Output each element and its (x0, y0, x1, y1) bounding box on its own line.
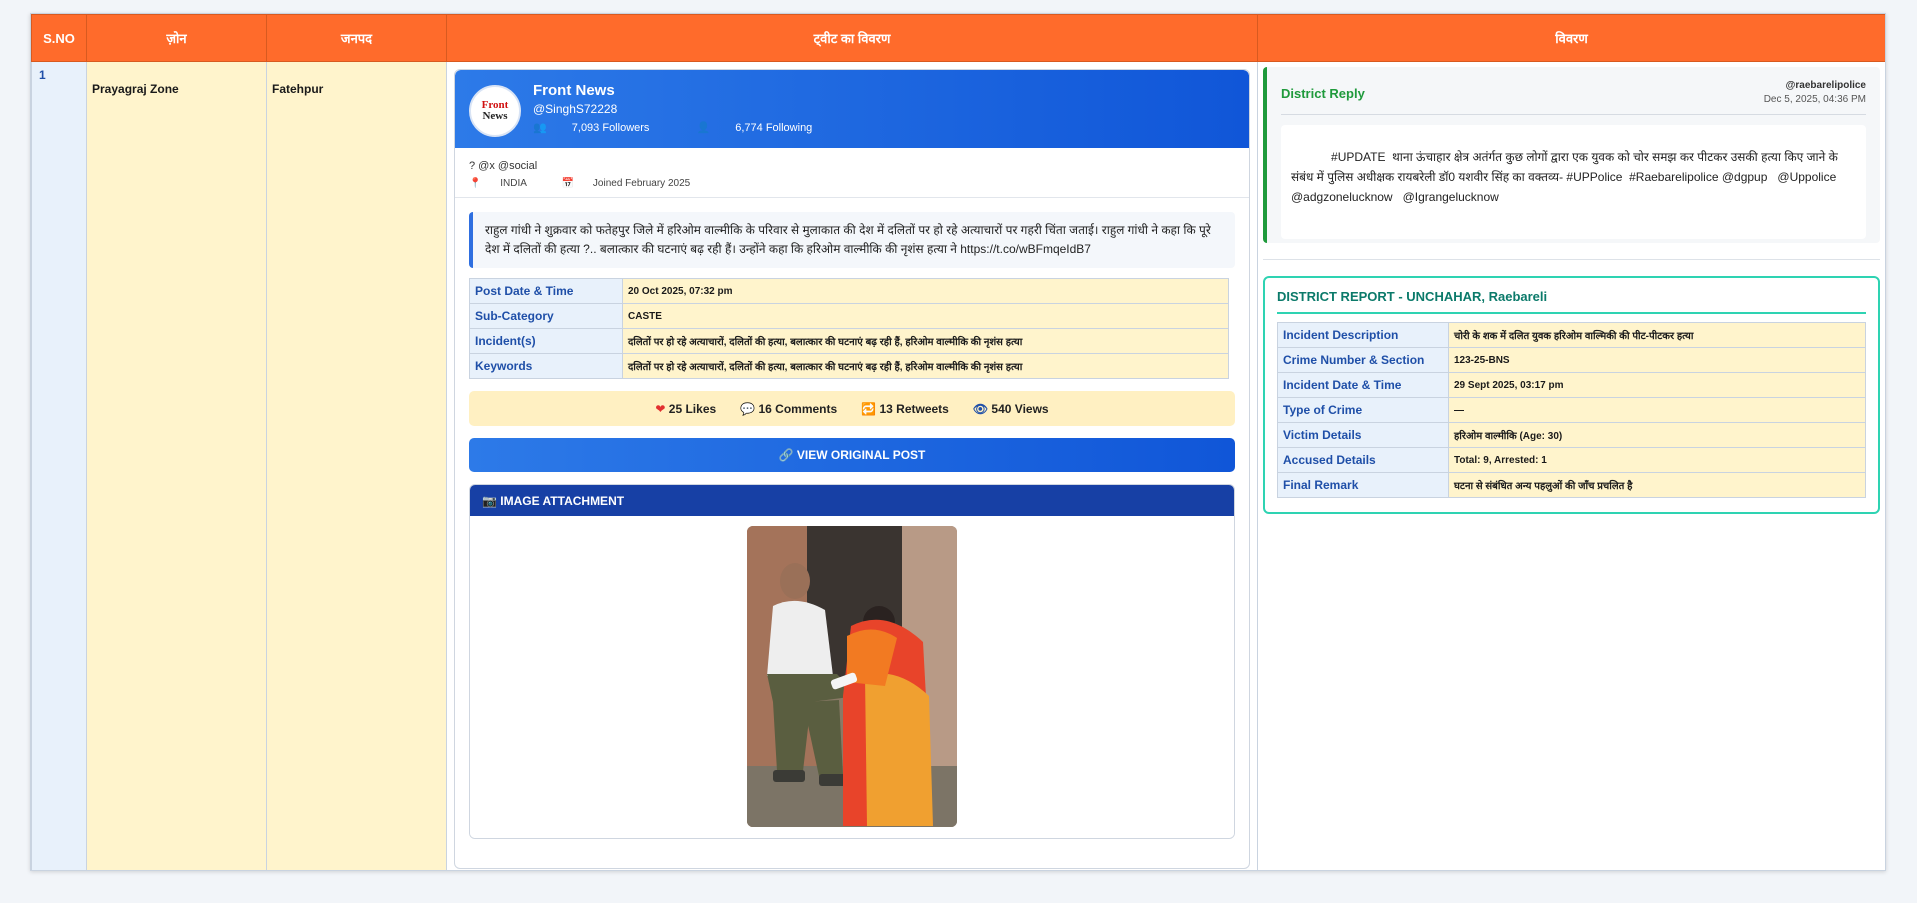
avatar[interactable]: Front News (469, 85, 521, 137)
reply-user[interactable]: @raebarelipolice (1786, 80, 1866, 91)
col-header-district: जनपद (266, 14, 447, 62)
following-icon: 👤 (696, 122, 711, 134)
retweets-count: 13 Retweets (879, 401, 949, 416)
col-header-description: विवरण (1257, 14, 1885, 62)
detail-value: CASTE (622, 303, 1229, 329)
reply-time: Dec 5, 2025, 04:36 PM (1763, 94, 1866, 105)
eye-icon: 👁 (972, 401, 989, 416)
account-handle[interactable]: @SinghS72228 (533, 102, 617, 116)
link-icon: 🔗 (778, 448, 794, 462)
report-label: Final Remark (1277, 472, 1449, 498)
detail-label: Keywords (469, 353, 623, 379)
district-report: DISTRICT REPORT - UNCHAHAR, Raebareli In… (1263, 276, 1880, 514)
cell-sno: 1 (31, 61, 87, 870)
report-table: S.NO ज़ोन जनपद ट्वीट का विवरण विवरण 1 Pr… (31, 14, 1885, 870)
report-label: Incident Description (1277, 322, 1449, 348)
table-row: Incident(s) दलितों पर हो रहे अत्याचारों, … (469, 328, 1229, 354)
tweet-account-header: Front News Front News @SinghS72228 👥 7,09… (455, 70, 1249, 148)
reply-text: #UPDATE थाना ऊंचाहार क्षेत्र अतंर्गत कुछ… (1281, 125, 1866, 239)
account-bio: ? @x @social (469, 160, 538, 172)
table-row: Incident Description चोरी के शक में दलित … (1277, 322, 1866, 348)
attachment-header: 📷 IMAGE ATTACHMENT (470, 485, 1234, 516)
detail-label: Post Date & Time (469, 278, 623, 304)
cell-district: Fatehpur (266, 61, 447, 870)
likes-count: 25 Likes (668, 401, 717, 416)
account-stats: 👥 7,093 Followers 👤 6,774 Following (533, 121, 856, 134)
image-attachment: 📷 IMAGE ATTACHMENT (469, 484, 1235, 839)
table-row: Type of Crime — (1277, 397, 1866, 423)
account-joined: Joined February 2025 (592, 178, 691, 189)
report-label: Accused Details (1277, 447, 1449, 473)
report-value: — (1448, 397, 1866, 423)
account-location: INDIA (500, 178, 527, 189)
account-bio-section: ? @x @social 📍 INDIA 📅 Joined February 2… (455, 148, 1249, 198)
reply-title: District Reply (1281, 86, 1365, 101)
account-name[interactable]: Front News (533, 82, 615, 99)
tweet-details-table: Post Date & Time 20 Oct 2025, 07:32 pm Su… (469, 278, 1229, 379)
tweet-card: Front News Front News @SinghS72228 👥 7,09… (454, 69, 1250, 869)
camera-icon: 📷 (482, 493, 497, 508)
report-table-details: Incident Description चोरी के शक में दलित … (1277, 322, 1866, 498)
header-row: S.NO ज़ोन जनपद ट्वीट का विवरण विवरण (31, 14, 1885, 62)
divider (1263, 259, 1880, 260)
col-header-tweet: ट्वीट का विवरण (446, 14, 1258, 62)
report-label: Incident Date & Time (1277, 372, 1449, 398)
report-value: चोरी के शक में दलित युवक हरिओम वाल्मिकी … (1448, 322, 1866, 348)
view-original-post-button[interactable]: 🔗 VIEW ORIGINAL POST (469, 438, 1235, 472)
report-value: हरिओम वाल्मीकि (Age: 30) (1448, 422, 1866, 448)
table-row: Crime Number & Section 123-25-BNS (1277, 347, 1866, 373)
report-label: Victim Details (1277, 422, 1449, 448)
report-value: 123-25-BNS (1448, 347, 1866, 373)
report-value: Total: 9, Arrested: 1 (1448, 447, 1866, 473)
report-label: Crime Number & Section (1277, 347, 1449, 373)
district-reply: District Reply @raebarelipolice Dec 5, 2… (1263, 67, 1880, 243)
table-row: Final Remark घटना से संबंधित अन्य पहलुओं … (1277, 472, 1866, 498)
cell-zone: Prayagraj Zone (86, 61, 267, 870)
followers-icon: 👥 (533, 122, 547, 134)
report-label: Type of Crime (1277, 397, 1449, 423)
attachment-title: IMAGE ATTACHMENT (500, 493, 625, 508)
report-title: DISTRICT REPORT - UNCHAHAR, Raebareli (1277, 278, 1866, 314)
table-row: Sub-Category CASTE (469, 303, 1229, 329)
views-count: 540 Views (991, 401, 1049, 416)
report-value: 29 Sept 2025, 03:17 pm (1448, 372, 1866, 398)
tweet-text: राहुल गांधी ने शुक्रवार को फतेहपुर जिले … (469, 212, 1235, 268)
cell-description: District Reply @raebarelipolice Dec 5, 2… (1257, 61, 1885, 870)
comment-icon: 💬 (740, 401, 756, 416)
detail-label: Sub-Category (469, 303, 623, 329)
table-row: Post Date & Time 20 Oct 2025, 07:32 pm (469, 278, 1229, 304)
table-row: Accused Details Total: 9, Arrested: 1 (1277, 447, 1866, 473)
heart-icon: ❤ (655, 401, 666, 416)
calendar-icon: 📅 (561, 178, 575, 189)
detail-value: दलितों पर हो रहे अत्याचारों, दलितों की ह… (622, 353, 1229, 379)
detail-value: दलितों पर हो रहे अत्याचारों, दलितों की ह… (622, 328, 1229, 354)
account-meta: 📍 INDIA 📅 Joined February 2025 (469, 178, 1235, 189)
col-header-sno: S.NO (31, 14, 87, 62)
retweet-icon: 🔁 (861, 401, 877, 416)
table-row: Victim Details हरिओम वाल्मीकि (Age: 30) (1277, 422, 1866, 448)
table-row: Incident Date & Time 29 Sept 2025, 03:17 … (1277, 372, 1866, 398)
detail-label: Incident(s) (469, 328, 623, 354)
followers-count: 7,093 Followers (571, 122, 650, 134)
divider (1281, 114, 1866, 115)
table-row: 1 Prayagraj Zone Fatehpur Front News Fron… (31, 61, 1885, 870)
location-pin-icon: 📍 (469, 178, 482, 189)
report-table-container: S.NO ज़ोन जनपद ट्वीट का विवरण विवरण 1 Pr… (30, 13, 1886, 871)
following-count: 6,774 Following (735, 122, 813, 134)
attachment-photo[interactable] (747, 526, 957, 827)
detail-value: 20 Oct 2025, 07:32 pm (622, 278, 1229, 304)
engagement-stats: ❤ 25 Likes 💬 16 Comments 🔁 13 Retweets 👁… (469, 391, 1235, 426)
cell-tweet: Front News Front News @SinghS72228 👥 7,09… (446, 61, 1258, 870)
table-row: Keywords दलितों पर हो रहे अत्याचारों, दलि… (469, 353, 1229, 379)
comments-count: 16 Comments (758, 401, 838, 416)
report-value: घटना से संबंधित अन्य पहलुओं की जाँच प्रच… (1448, 472, 1866, 498)
col-header-zone: ज़ोन (86, 14, 267, 62)
